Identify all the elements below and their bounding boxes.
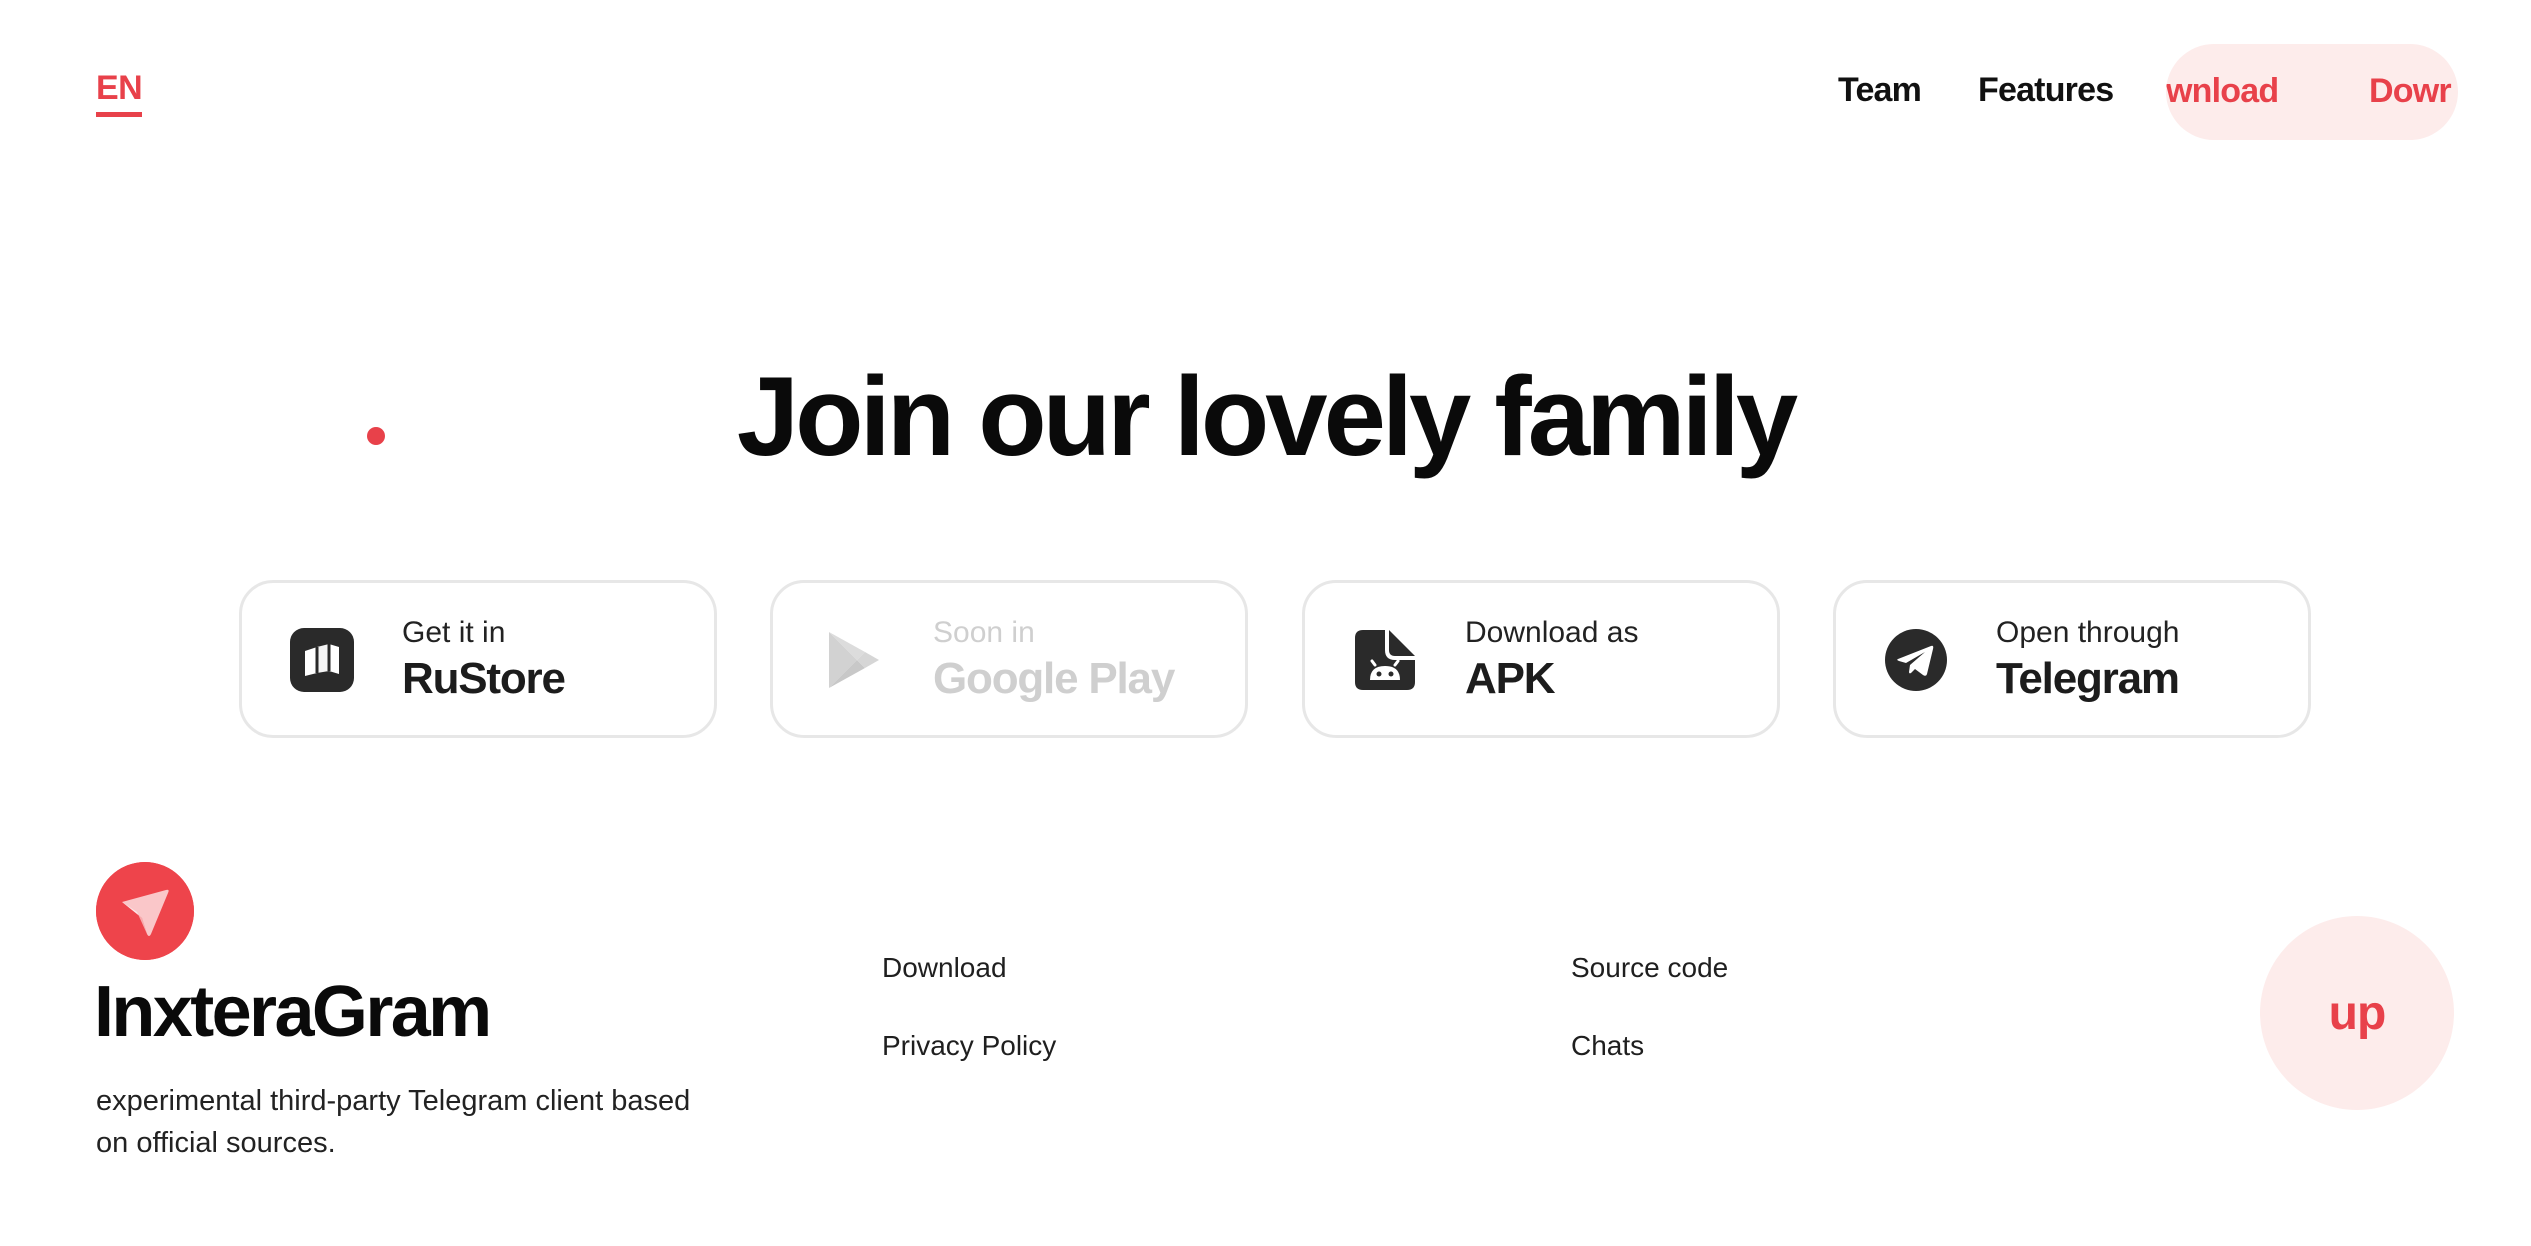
scroll-up-button[interactable]: up <box>2260 916 2454 1110</box>
telegram-caption: Open through <box>1996 616 2180 649</box>
apk-label: APK <box>1465 654 1556 703</box>
footer-privacy-link[interactable]: Privacy Policy <box>882 1028 1056 1064</box>
footer-chats-link[interactable]: Chats <box>1571 1028 1644 1064</box>
google-play-label: Google Play <box>933 654 1175 703</box>
brand-tagline: experimental third-party Telegram client… <box>96 1085 691 1159</box>
footer-download-link[interactable]: Download <box>882 950 1007 986</box>
telegram-icon <box>1884 628 1948 692</box>
android-apk-icon <box>1353 628 1417 692</box>
google-play-caption: Soon in <box>933 616 1035 649</box>
rustore-card[interactable]: Get it in RuStore <box>239 580 717 738</box>
download-marquee-text: wnload <box>2166 72 2279 110</box>
language-switch[interactable]: EN <box>96 68 143 117</box>
scroll-up-label: up <box>2328 987 2387 1040</box>
rustore-label: RuStore <box>402 654 566 703</box>
google-play-icon <box>821 628 885 692</box>
rustore-caption: Get it in <box>402 616 506 649</box>
nav-team-link[interactable]: Team <box>1838 68 1922 112</box>
nav-features-link[interactable]: Features <box>1978 68 2114 112</box>
telegram-label: Telegram <box>1996 654 2180 703</box>
apk-caption: Download as <box>1465 616 1639 649</box>
app-logo-icon <box>96 862 194 960</box>
download-marquee-text: Dowr <box>2369 72 2452 110</box>
google-play-card: Soon in Google Play <box>770 580 1248 738</box>
download-button[interactable]: wnload Dowr <box>2166 44 2458 140</box>
brand-name: InxteraGram <box>94 972 492 1052</box>
hero-title: Join our lovely family <box>736 354 1798 479</box>
telegram-card[interactable]: Open through Telegram <box>1833 580 2311 738</box>
footer-source-code-link[interactable]: Source code <box>1571 950 1728 986</box>
rustore-icon <box>290 628 354 692</box>
apk-card[interactable]: Download as APK <box>1302 580 1780 738</box>
